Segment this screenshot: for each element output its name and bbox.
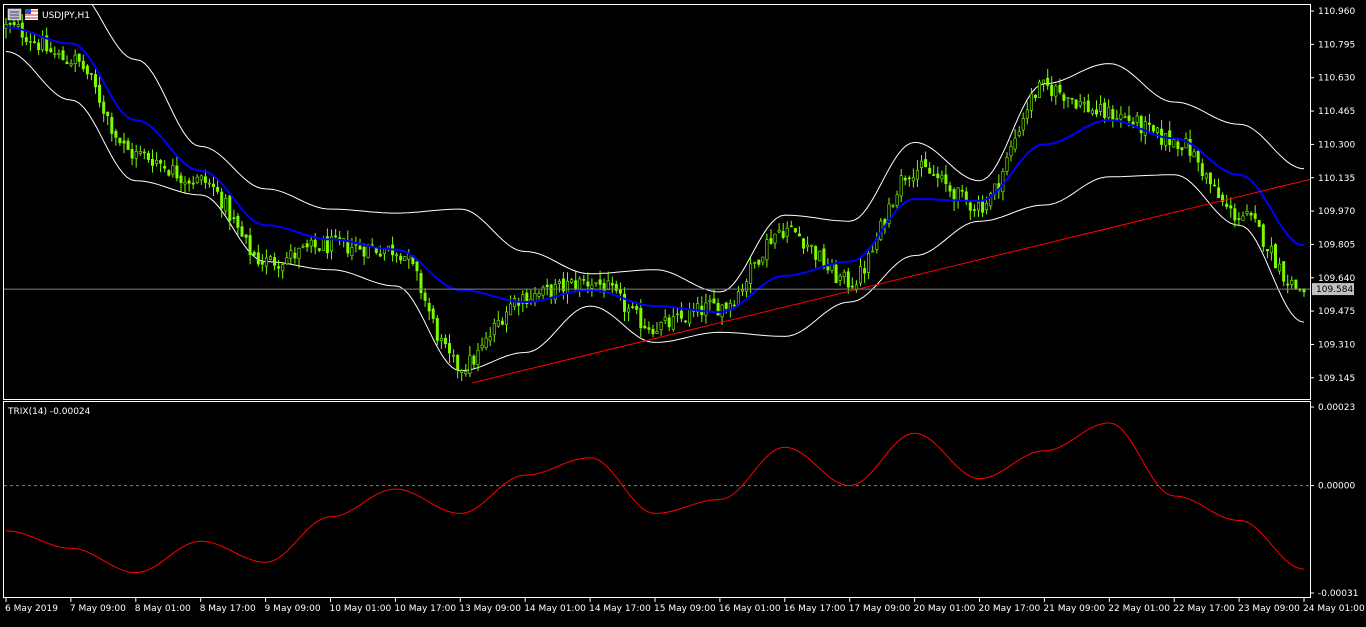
price-tick-label: 110.300 <box>1318 140 1355 150</box>
candle <box>167 169 171 177</box>
time-tick-label: 20 May 01:00 <box>914 604 976 614</box>
time-tick-label: 10 May 01:00 <box>330 604 392 614</box>
price-tick-label: 109.970 <box>1318 207 1355 217</box>
chart-window[interactable]: 110.960 110.795 110.630 110.465 110.300 110.1… <box>0 0 1366 623</box>
time-tick-label: 17 May 09:00 <box>849 604 911 614</box>
time-tick-label: 24 May 01:00 <box>1303 604 1365 614</box>
price-tick-label: 110.795 <box>1318 40 1355 50</box>
chart-title-text: USDJPY,H1 <box>42 11 90 21</box>
time-tick-label: 9 May 09:00 <box>265 604 321 614</box>
trix-tick-label: 0.00000 <box>1318 482 1355 492</box>
price-tick-label: 109.310 <box>1318 340 1355 350</box>
time-tick-label: 22 May 17:00 <box>1173 604 1235 614</box>
time-tick-label: 20 May 17:00 <box>979 604 1041 614</box>
time-tick-label: 23 May 09:00 <box>1238 604 1300 614</box>
price-tick-label: 110.630 <box>1318 74 1355 84</box>
chart-canvas[interactable]: 110.960 110.795 110.630 110.465 110.300 110.1… <box>0 0 1366 623</box>
time-tick-label: 7 May 09:00 <box>70 604 126 614</box>
price-tick-label: 110.465 <box>1318 107 1355 117</box>
time-tick-label: 10 May 17:00 <box>394 604 456 614</box>
current-price-label: 109.584 <box>1316 285 1353 295</box>
time-tick-label: 15 May 09:00 <box>654 604 716 614</box>
candle <box>403 256 407 262</box>
candle <box>1294 279 1298 290</box>
price-tick-label: 109.475 <box>1318 307 1355 317</box>
time-tick-label: 22 May 01:00 <box>1108 604 1170 614</box>
price-tick-label: 109.805 <box>1318 240 1355 250</box>
time-tick-label: 14 May 01:00 <box>524 604 586 614</box>
trix-tick-label: 0.00023 <box>1318 403 1355 413</box>
trix-title: TRIX(14) -0.00024 <box>7 407 91 417</box>
candle <box>1074 99 1078 110</box>
price-tick-label: 109.145 <box>1318 374 1355 384</box>
candle <box>818 250 822 262</box>
time-tick-label: 8 May 01:00 <box>135 604 191 614</box>
flag-icon <box>25 9 38 20</box>
candle <box>1274 243 1278 269</box>
time-tick-label: 6 May 2019 <box>5 604 58 614</box>
current-price-tag: 109.584 <box>1312 283 1354 296</box>
candle <box>1038 79 1042 98</box>
chart-window-icon <box>7 8 22 21</box>
time-tick-label: 16 May 01:00 <box>719 604 781 614</box>
time-tick-label: 21 May 09:00 <box>1043 604 1105 614</box>
chart-title: USDJPY,H1 <box>7 8 90 21</box>
time-tick-label: 8 May 17:00 <box>200 604 256 614</box>
time-tick-label: 16 May 17:00 <box>784 604 846 614</box>
candle <box>435 315 439 346</box>
time-tick-label: 14 May 17:00 <box>589 604 651 614</box>
price-tick-label: 110.135 <box>1318 174 1355 184</box>
price-tick-label: 109.640 <box>1318 274 1355 284</box>
candle <box>1172 139 1176 148</box>
candle <box>1257 219 1261 228</box>
price-tick-label: 110.960 <box>1318 7 1355 17</box>
time-tick-label: 13 May 09:00 <box>459 604 521 614</box>
trix-tick-label: -0.00031 <box>1318 589 1358 599</box>
